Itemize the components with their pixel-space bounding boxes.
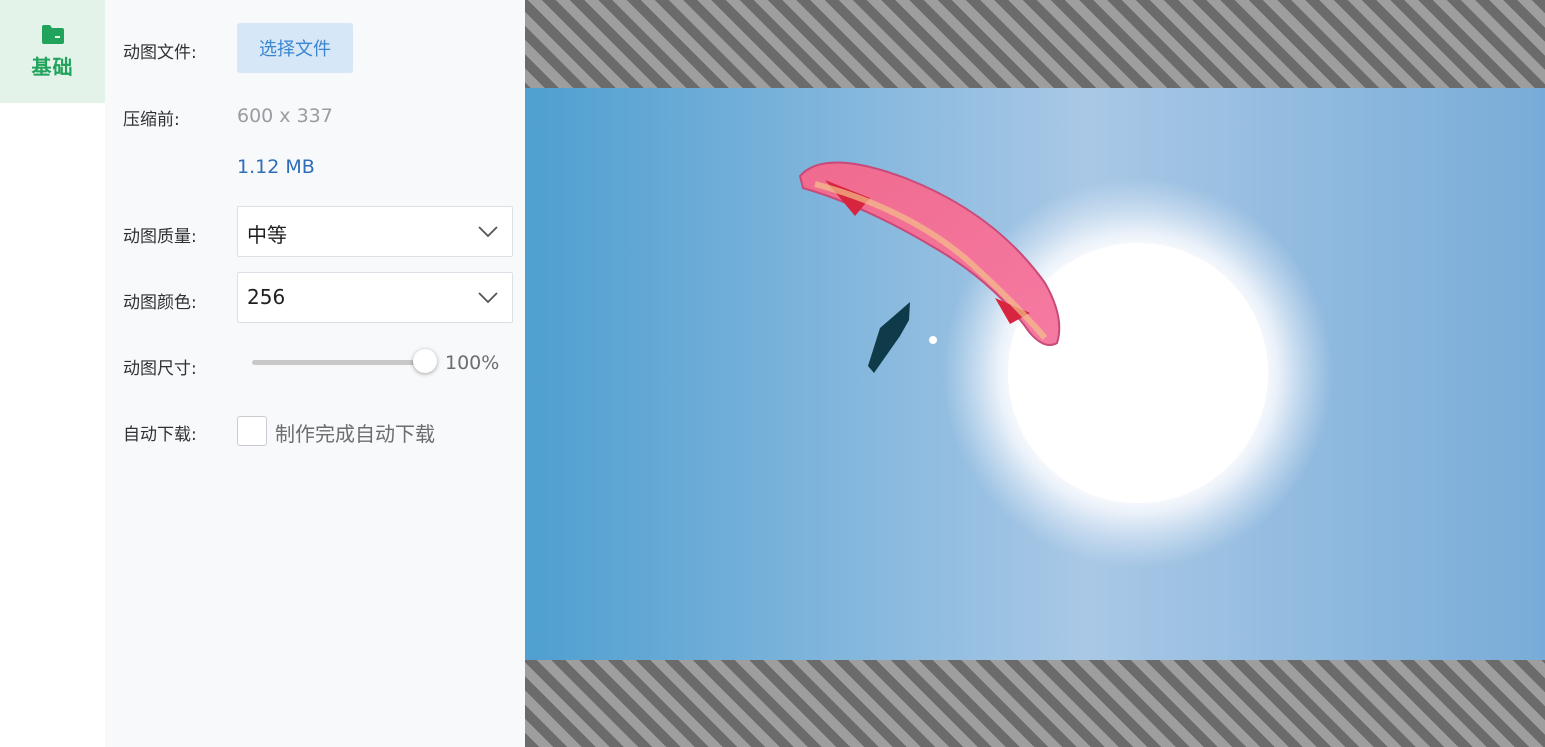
original-filesize: 1.12 MB [237,156,315,178]
size-slider-thumb[interactable] [413,349,437,373]
size-value: 100% [445,352,500,374]
file-label: 动图文件: [123,43,197,63]
settings-panel: 动图文件: 选择文件 压缩前: 600 x 337 1.12 MB 动图质量: … [105,0,525,747]
quality-select[interactable]: 中等 [237,206,513,257]
size-slider-track[interactable] [252,360,427,365]
chevron-down-icon [478,292,498,304]
colors-value: 256 [247,285,286,309]
choose-file-button[interactable]: 选择文件 [237,23,353,73]
auto-download-label: 自动下载: [123,425,197,445]
tab-basic[interactable]: 基础 [0,0,105,103]
colors-label: 动图颜色: [123,293,197,313]
before-label: 压缩前: [123,110,180,130]
colors-select[interactable]: 256 [237,272,513,323]
chevron-down-icon [478,226,498,238]
quality-label: 动图质量: [123,227,197,247]
folder-icon [41,24,64,44]
auto-download-checkbox-label[interactable]: 制作完成自动下载 [275,418,435,447]
preview-area [525,0,1545,747]
auto-download-checkbox[interactable] [237,416,267,446]
size-label: 动图尺寸: [123,359,197,379]
preview-image [525,88,1545,660]
original-dimensions: 600 x 337 [237,105,333,127]
quality-value: 中等 [247,223,287,247]
tab-basic-label: 基础 [31,54,74,79]
